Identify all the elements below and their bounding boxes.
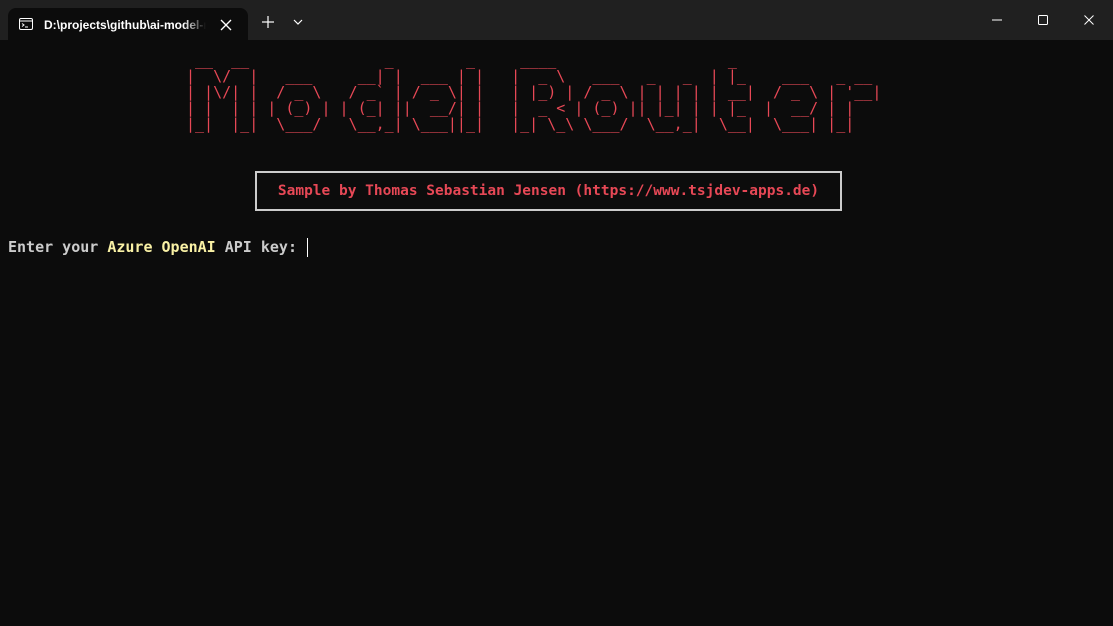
prompt-text-after: API key: [215,238,307,256]
close-icon [1084,15,1094,25]
close-window-button[interactable] [1066,0,1112,40]
credit-box: Sample by Thomas Sebastian Jensen (https… [255,171,842,211]
banner-line: |_| |_| \___/ \__,_| \___||_| |_| \_\ \_… [186,115,855,133]
chevron-down-icon[interactable] [290,14,306,30]
tab-title: D:\projects\github\ai-model-r [44,18,206,32]
minimize-button[interactable] [974,0,1020,40]
terminal-tab[interactable]: D:\projects\github\ai-model-r [8,8,248,40]
terminal-icon [19,18,33,30]
api-key-prompt: Enter your Azure OpenAI API key: [8,237,309,257]
terminal-output[interactable]: __ __ _ _ ____ _ | \/ | ___ __| | ___ | … [0,40,1113,626]
prompt-highlight: Azure OpenAI [107,238,216,256]
credit-text: Sample by Thomas Sebastian Jensen (https… [277,183,820,199]
plus-icon[interactable] [258,12,278,32]
title-bar: D:\projects\github\ai-model-r [0,0,1113,40]
maximize-icon [1038,15,1048,25]
prompt-text-before: Enter your [8,238,108,256]
maximize-button[interactable] [1020,0,1066,40]
text-cursor[interactable] [307,237,309,257]
ascii-banner: __ __ _ _ ____ _ | \/ | ___ __| | ___ | … [186,52,881,132]
close-icon[interactable] [218,17,234,33]
minimize-icon [992,19,1002,21]
